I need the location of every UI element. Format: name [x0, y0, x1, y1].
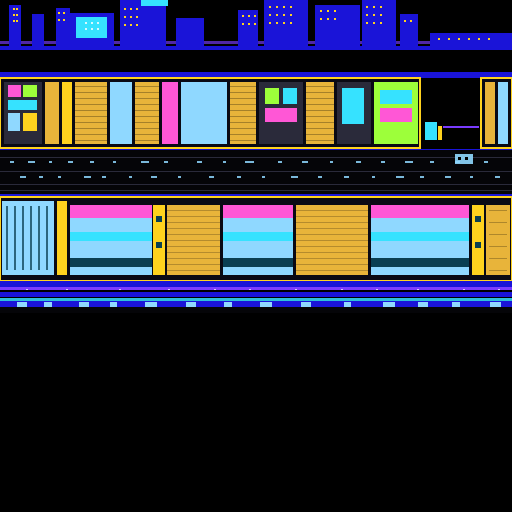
abstract-chip-layout-artwork: [0, 0, 512, 512]
image-stage: [0, 0, 512, 512]
dark-wiring-band: [0, 150, 512, 194]
lower-block-band: [0, 194, 512, 282]
empty-black-area: [0, 313, 512, 512]
bottom-stripes: [0, 281, 512, 313]
